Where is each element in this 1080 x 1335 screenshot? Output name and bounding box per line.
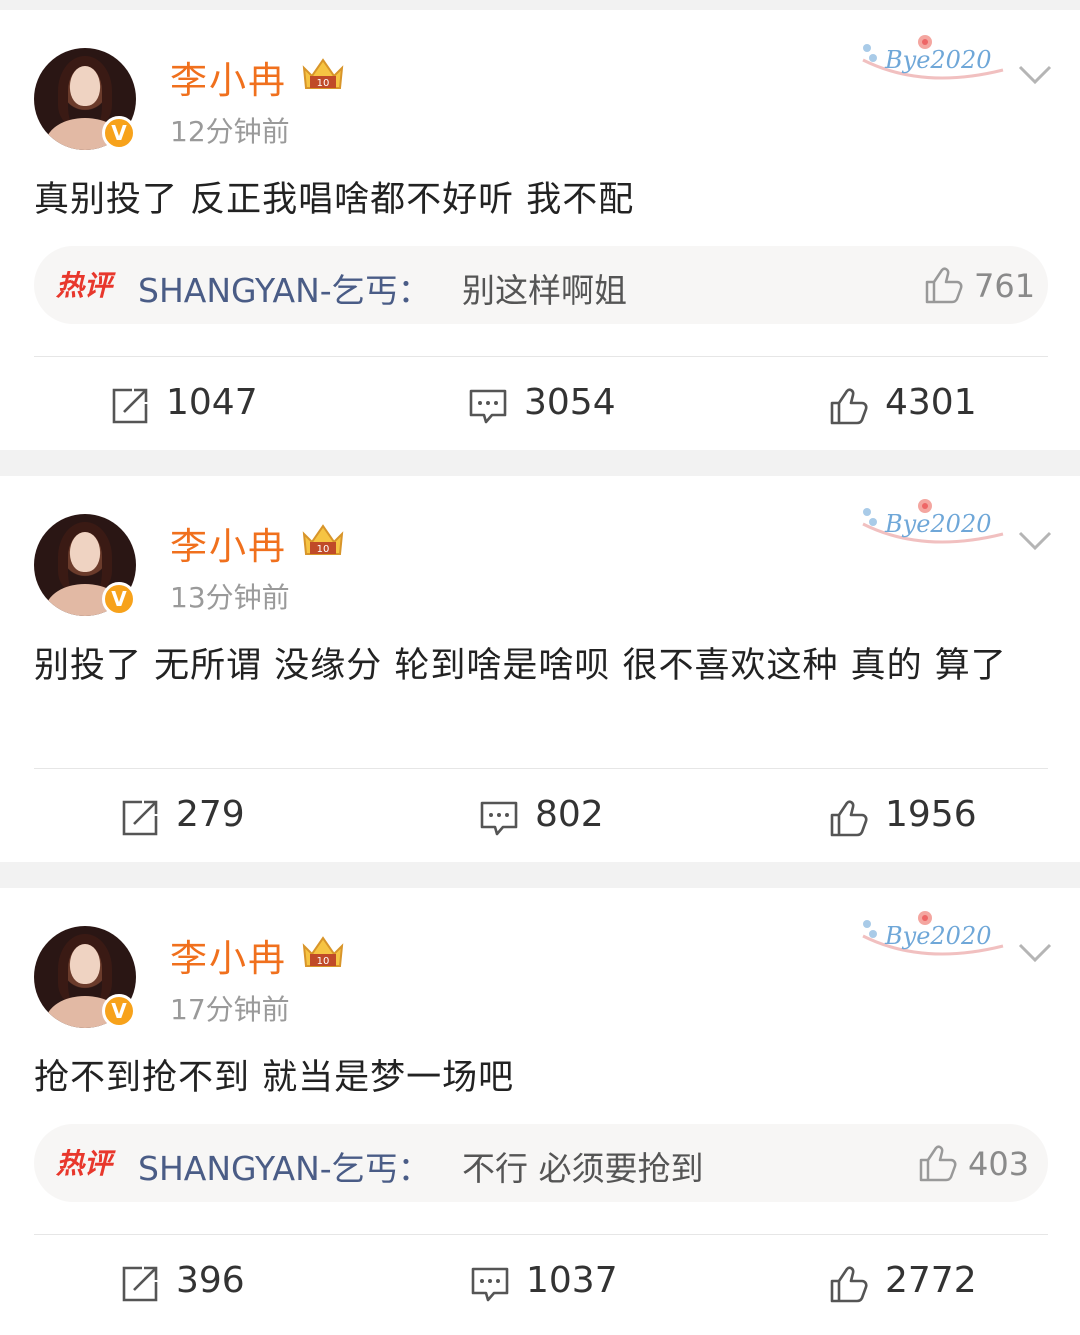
thumbs-up-icon[interactable]	[924, 266, 964, 304]
comment-like-count: 403	[968, 1145, 1030, 1183]
hot-comment-tag: 热评	[56, 269, 113, 302]
like-button[interactable]: 4301	[829, 382, 989, 430]
like-count: 1956	[885, 794, 977, 835]
thumbs-up-icon	[830, 800, 868, 837]
svg-text:10: 10	[317, 544, 330, 555]
verified-v-icon: V	[102, 582, 136, 616]
crown-badge-icon[interactable]: 10	[300, 54, 346, 94]
like-button[interactable]: 1956	[829, 794, 989, 842]
weibo-post: V 李小冉 10 13分钟前 Bye2020 别投了 无所谓 没缘分 轮到啥是啥…	[0, 476, 1080, 862]
chevron-down-icon[interactable]	[1018, 942, 1052, 964]
repost-icon	[122, 1266, 158, 1302]
comment-icon	[480, 801, 518, 836]
crown-badge-icon[interactable]: 10	[300, 520, 346, 560]
weibo-post: V 李小冉 10 17分钟前 Bye2020 抢不到抢不到 就当是梦一场吧 热评…	[0, 888, 1080, 1335]
like-button[interactable]: 2772	[829, 1260, 989, 1308]
comment-like-count: 761	[974, 267, 1036, 305]
author-name[interactable]: 李小冉	[170, 50, 287, 104]
post-time: 17分钟前	[170, 993, 290, 1026]
svg-text:10: 10	[317, 78, 330, 89]
repost-button[interactable]: 279	[120, 794, 280, 842]
comment-text: 别这样啊姐	[462, 271, 627, 310]
comment-button[interactable]: 3054	[468, 382, 628, 430]
weibo-post: V 李小冉 10 12分钟前 Bye2020 真别投了 反正我唱啥都不好听 我不…	[0, 10, 1080, 450]
thumbs-up-icon	[830, 388, 868, 425]
like-count: 4301	[885, 382, 977, 423]
comment-count: 3054	[524, 382, 616, 423]
repost-icon	[122, 800, 158, 836]
verified-v-icon: V	[102, 994, 136, 1028]
bye2020-decoration: Bye2020	[862, 499, 1004, 544]
repost-count: 279	[176, 794, 245, 835]
comment-user[interactable]: SHANGYAN-乞丐：	[138, 1142, 431, 1190]
repost-button[interactable]: 1047	[110, 382, 270, 430]
comment-icon	[471, 1267, 509, 1302]
post-content: 抢不到抢不到 就当是梦一场吧	[34, 1058, 515, 1098]
repost-count: 1047	[166, 382, 258, 423]
thumbs-up-icon	[830, 1266, 868, 1303]
post-content: 真别投了 反正我唱啥都不好听 我不配	[34, 180, 635, 220]
hot-comment[interactable]: 热评 SHANGYAN-乞丐： 不行 必须要抢到 403	[34, 1124, 1048, 1202]
svg-text:Bye2020: Bye2020	[884, 510, 991, 538]
verified-v-icon: V	[102, 116, 136, 150]
svg-text:Bye2020: Bye2020	[884, 922, 991, 950]
svg-text:Bye2020: Bye2020	[884, 46, 991, 74]
comment-button[interactable]: 802	[479, 794, 639, 842]
hot-comment[interactable]: 热评 SHANGYAN-乞丐： 别这样啊姐 761	[34, 246, 1048, 324]
chevron-down-icon[interactable]	[1018, 64, 1052, 86]
like-count: 2772	[885, 1260, 977, 1301]
bye2020-decoration: Bye2020	[862, 911, 1004, 956]
bye2020-decoration: Bye2020	[862, 35, 1004, 80]
divider	[34, 356, 1048, 357]
author-name[interactable]: 李小冉	[170, 928, 287, 982]
repost-button[interactable]: 396	[120, 1260, 280, 1308]
comment-count: 1037	[526, 1260, 618, 1301]
crown-badge-icon[interactable]: 10	[300, 932, 346, 972]
comment-text: 不行 必须要抢到	[462, 1149, 704, 1188]
repost-count: 396	[176, 1260, 245, 1301]
repost-icon	[112, 388, 148, 424]
comment-icon	[469, 389, 507, 424]
divider	[34, 768, 1048, 769]
divider	[34, 1234, 1048, 1235]
post-time: 12分钟前	[170, 115, 290, 148]
comment-user[interactable]: SHANGYAN-乞丐：	[138, 264, 431, 312]
post-content: 别投了 无所谓 没缘分 轮到啥是啥呗 很不喜欢这种 真的 算了	[34, 646, 1007, 686]
chevron-down-icon[interactable]	[1018, 530, 1052, 552]
hot-comment-tag: 热评	[56, 1147, 113, 1180]
svg-text:10: 10	[317, 956, 330, 967]
comment-button[interactable]: 1037	[470, 1260, 630, 1308]
author-name[interactable]: 李小冉	[170, 516, 287, 570]
comment-count: 802	[535, 794, 604, 835]
thumbs-up-icon[interactable]	[918, 1144, 958, 1182]
post-time: 13分钟前	[170, 581, 290, 614]
